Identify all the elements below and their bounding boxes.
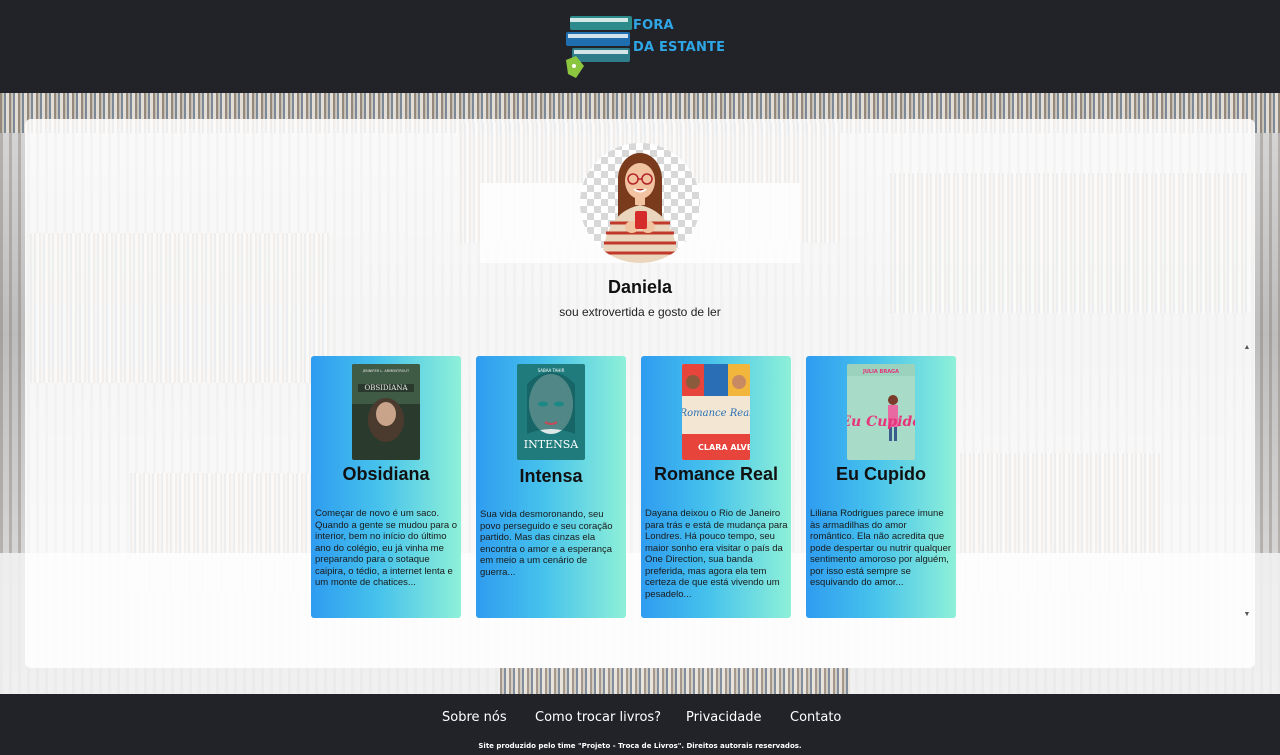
footer-link-contato[interactable]: Contato [790, 710, 841, 725]
book-title: Eu Cupido [836, 464, 926, 484]
book-card-intensa[interactable]: INTENSA SABAA TAHIR Intensa Sua vida des… [476, 356, 626, 618]
book-card-obsidiana[interactable]: OBSIDIANA JENNIFER L. ARMENTROUT Obsidia… [311, 356, 461, 618]
book-title: Intensa [519, 466, 583, 486]
book-description: Liliana Rodrigues parece imune às armadi… [810, 508, 952, 588]
footer-link-privacidade[interactable]: Privacidade [686, 710, 761, 725]
books-logo-icon [566, 16, 632, 78]
book-cover-romance-real: Romance Real CLARA ALVES [682, 364, 750, 460]
book-description: Sua vida desmoronando, seu povo persegui… [480, 509, 613, 578]
cards-scrollbar[interactable]: ▲ ▼ [1243, 344, 1251, 618]
svg-text:CLARA ALVES: CLARA ALVES [698, 443, 750, 452]
avatar-person-icon [602, 153, 678, 263]
scroll-down-icon[interactable]: ▼ [1243, 611, 1251, 618]
book-cover-eu-cupido: Eu Cupido JULIA BRAGA [847, 364, 915, 460]
book-title: Romance Real [653, 464, 779, 484]
book-card-romance-real[interactable]: Romance Real CLARA ALVES Romance Real Da… [641, 356, 791, 618]
scroll-up-icon[interactable]: ▲ [1243, 344, 1251, 351]
svg-text:OBSIDIANA: OBSIDIANA [364, 384, 408, 392]
svg-text:SABAA TAHIR: SABAA TAHIR [538, 368, 565, 373]
svg-text:Romance Real: Romance Real [682, 408, 750, 419]
site-footer: Sobre nós Como trocar livros? Privacidad… [0, 694, 1280, 755]
svg-text:INTENSA: INTENSA [524, 438, 579, 451]
profile-avatar [580, 143, 700, 263]
svg-text:JENNIFER L. ARMENTROUT: JENNIFER L. ARMENTROUT [362, 369, 410, 373]
book-card-eu-cupido[interactable]: Eu Cupido JULIA BRAGA Eu Cupido Liliana … [806, 356, 956, 618]
logo-text-line2: DA ESTANTE [633, 40, 726, 55]
book-cover-intensa: INTENSA SABAA TAHIR [517, 364, 585, 460]
book-description: Começar de novo é um saco. Quando a gent… [315, 508, 458, 588]
logo-text-line1: FORA [633, 18, 674, 33]
footer-link-como-trocar[interactable]: Como trocar livros? [535, 710, 661, 725]
profile-bio: sou extrovertida e gosto de ler [559, 305, 721, 319]
site-header: FORA DA ESTANTE [0, 0, 1280, 93]
profile-name: Daniela [607, 277, 673, 297]
svg-text:JULIA BRAGA: JULIA BRAGA [862, 369, 899, 375]
footer-link-sobre-nos[interactable]: Sobre nós [442, 710, 507, 725]
svg-text:Eu Cupido: Eu Cupido [847, 414, 915, 430]
book-cover-obsidiana: OBSIDIANA JENNIFER L. ARMENTROUT [352, 364, 420, 460]
book-title: Obsidiana [342, 464, 430, 484]
footer-copyright: Site produzido pelo time "Projeto - Troc… [478, 742, 802, 750]
book-description: Dayana deixou o Rio de Janeiro para trás… [645, 508, 788, 600]
footer-nav: Sobre nós Como trocar livros? Privacidad… [0, 710, 1280, 726]
